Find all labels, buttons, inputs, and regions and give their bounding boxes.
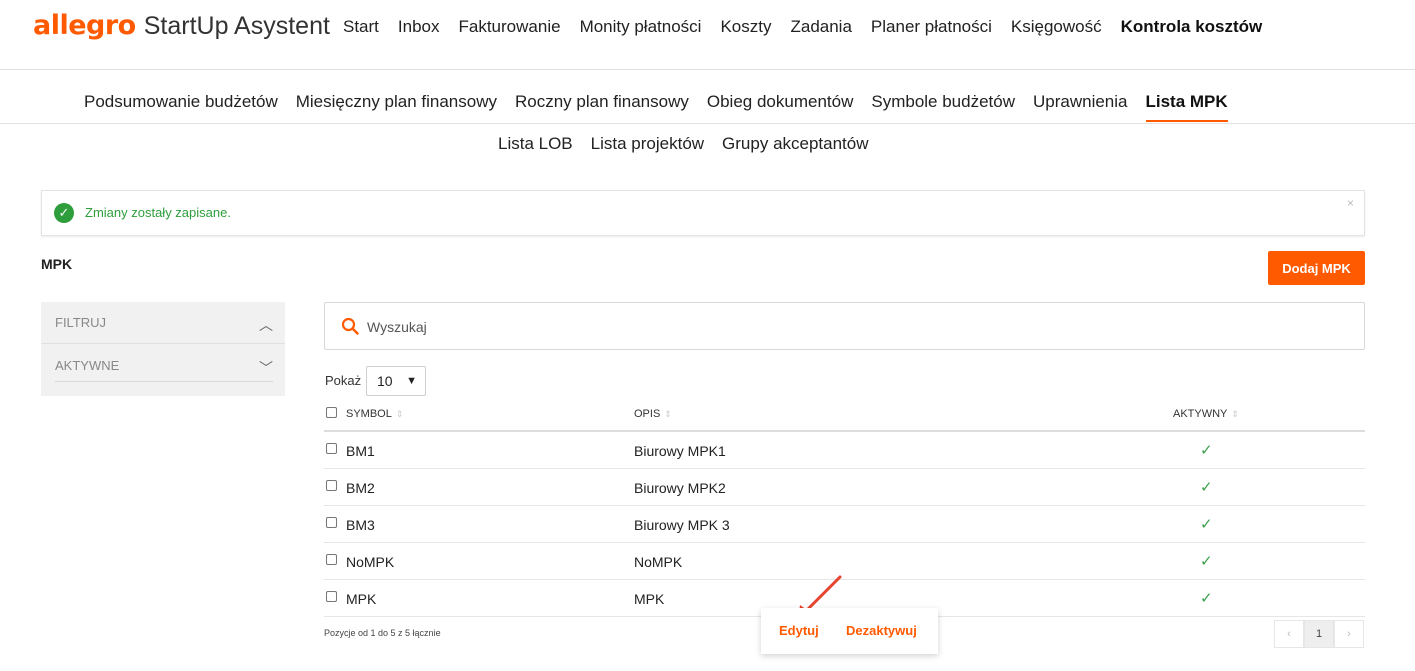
- cell-opis: Biurowy MPK1: [634, 443, 726, 459]
- chevron-down-icon: ▼: [406, 375, 417, 387]
- nav-koszty[interactable]: Koszty: [720, 17, 771, 37]
- nav-zadania[interactable]: Zadania: [790, 17, 851, 37]
- check-icon: ✓: [1200, 442, 1213, 459]
- cell-opis: MPK: [634, 591, 665, 607]
- page-title: MPK: [41, 256, 73, 272]
- cell-symbol: MPK: [346, 591, 377, 607]
- cell-opis: NoMPK: [634, 554, 683, 570]
- search-icon: [341, 317, 359, 335]
- cell-symbol: BM1: [346, 443, 375, 459]
- pagination-page-button[interactable]: 1: [1304, 620, 1334, 648]
- add-mpk-button[interactable]: Dodaj MPK: [1268, 251, 1365, 285]
- check-icon: ✓: [1200, 590, 1213, 607]
- row-actions-popup: Edytuj Dezaktywuj: [761, 608, 938, 654]
- cell-symbol: NoMPK: [346, 554, 395, 570]
- sort-icon: ⇕: [1231, 409, 1239, 419]
- row-checkbox[interactable]: [326, 554, 337, 565]
- table-header: SYMBOL ⇕ OPIS ⇕ AKTYWNY ⇕: [324, 400, 1365, 432]
- cell-symbol: BM3: [346, 517, 375, 533]
- brand-name: allegro: [33, 10, 136, 41]
- chevron-down-icon[interactable]: ﹀: [259, 358, 273, 378]
- nav-planer[interactable]: Planer płatności: [871, 17, 992, 37]
- cell-opis: Biurowy MPK2: [634, 480, 726, 496]
- row-checkbox[interactable]: [326, 480, 337, 491]
- subnav-uprawnienia[interactable]: Uprawnienia: [1033, 92, 1128, 120]
- deactivate-button[interactable]: Dezaktywuj: [846, 623, 917, 638]
- success-alert: ✓ Zmiany zostały zapisane. ×: [41, 190, 1365, 236]
- subsubnav-grupy-akceptantow[interactable]: Grupy akceptantów: [722, 134, 868, 154]
- page-size-value: 10: [377, 373, 393, 389]
- close-icon[interactable]: ×: [1347, 196, 1354, 210]
- filter-active-label: AKTYWNE: [55, 358, 120, 373]
- check-icon: ✓: [1200, 553, 1213, 570]
- page-size-label: Pokaż: [325, 373, 362, 388]
- edit-button[interactable]: Edytuj: [779, 623, 819, 638]
- row-checkbox[interactable]: [326, 443, 337, 454]
- search-box[interactable]: [324, 302, 1365, 350]
- filter-divider: [41, 343, 285, 344]
- search-input[interactable]: [367, 315, 1347, 339]
- tertiary-nav: Lista LOB Lista projektów Grupy akceptan…: [498, 134, 887, 154]
- nav-inbox[interactable]: Inbox: [398, 17, 440, 37]
- filter-active-dropdown[interactable]: AKTYWNE ﹀: [55, 358, 273, 382]
- row-checkbox[interactable]: [326, 517, 337, 528]
- filter-toggle[interactable]: FILTRUJ ︿: [55, 315, 273, 333]
- subnav-symbole-budzetow[interactable]: Symbole budżetów: [871, 92, 1015, 120]
- row-checkbox[interactable]: [326, 591, 337, 602]
- filter-panel: FILTRUJ ︿ AKTYWNE ﹀: [41, 302, 285, 396]
- check-icon: ✓: [1200, 479, 1213, 496]
- sort-icon: ⇕: [664, 409, 672, 419]
- check-circle-icon: ✓: [54, 203, 74, 223]
- pagination-next-button[interactable]: ›: [1334, 620, 1364, 648]
- alert-message: Zmiany zostały zapisane.: [85, 205, 231, 220]
- chevron-up-icon[interactable]: ︿: [259, 315, 273, 335]
- select-all-checkbox[interactable]: [326, 407, 337, 418]
- subsubnav-lista-lob[interactable]: Lista LOB: [498, 134, 573, 154]
- table-summary: Pozycje od 1 do 5 z 5 łącznie: [324, 628, 441, 638]
- table-row[interactable]: BM1 Biurowy MPK1 ✓: [324, 432, 1365, 469]
- nav-kontrola-kosztow[interactable]: Kontrola kosztów: [1121, 17, 1263, 37]
- app-logo[interactable]: allegro StartUp Asystent: [33, 10, 330, 46]
- top-bar: allegro StartUp Asystent Start Inbox Fak…: [0, 0, 1415, 70]
- cell-symbol: BM2: [346, 480, 375, 496]
- subsubnav-lista-projektow[interactable]: Lista projektów: [591, 134, 704, 154]
- nav-fakturowanie[interactable]: Fakturowanie: [459, 17, 561, 37]
- filter-label: FILTRUJ: [55, 315, 107, 330]
- subnav-obieg-dokumentow[interactable]: Obieg dokumentów: [707, 92, 853, 120]
- subnav-lista-mpk[interactable]: Lista MPK: [1145, 92, 1228, 122]
- column-header-symbol[interactable]: SYMBOL ⇕: [346, 408, 403, 420]
- sub-nav: Podsumowanie budżetów Miesięczny plan fi…: [0, 70, 1415, 124]
- column-header-opis[interactable]: OPIS ⇕: [634, 408, 672, 420]
- column-header-aktywny[interactable]: AKTYWNY ⇕: [1173, 408, 1239, 420]
- cell-opis: Biurowy MPK 3: [634, 517, 730, 533]
- nav-ksiegowosc[interactable]: Księgowość: [1011, 17, 1102, 37]
- subnav-miesieczny-plan[interactable]: Miesięczny plan finansowy: [296, 92, 497, 120]
- sort-icon: ⇕: [395, 409, 404, 419]
- subnav-podsumowanie[interactable]: Podsumowanie budżetów: [84, 92, 278, 120]
- pagination-prev-button[interactable]: ‹: [1274, 620, 1304, 648]
- check-icon: ✓: [1200, 516, 1213, 533]
- pagination: ‹ 1 ›: [1274, 620, 1364, 648]
- product-name: StartUp Asystent: [143, 12, 330, 40]
- table-row[interactable]: BM3 Biurowy MPK 3 ✓: [324, 506, 1365, 543]
- table-row[interactable]: BM2 Biurowy MPK2 ✓: [324, 469, 1365, 506]
- nav-monity[interactable]: Monity płatności: [580, 17, 702, 37]
- page-size-select[interactable]: 10 ▼: [366, 366, 426, 396]
- subnav-roczny-plan[interactable]: Roczny plan finansowy: [515, 92, 689, 120]
- nav-start[interactable]: Start: [343, 17, 379, 37]
- main-nav: Start Inbox Fakturowanie Monity płatnośc…: [343, 17, 1281, 37]
